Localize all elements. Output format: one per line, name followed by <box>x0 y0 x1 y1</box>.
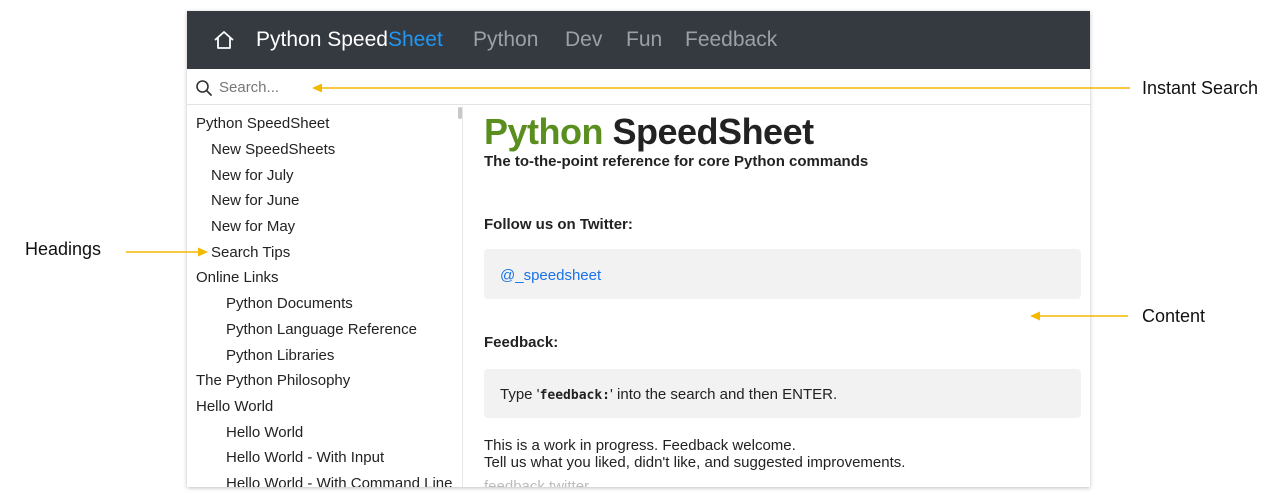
sidebar-item-python-philosophy[interactable]: The Python Philosophy <box>196 372 350 389</box>
sidebar-item-hello-world-sub[interactable]: Hello World <box>226 424 303 441</box>
intro-paragraph-line1: This is a work in progress. Feedback wel… <box>484 437 796 454</box>
brand-title[interactable]: Python SpeedSheet <box>256 28 443 52</box>
sidebar-item-python-speedsheet[interactable]: Python SpeedSheet <box>196 115 329 132</box>
sidebar-item-hello-world[interactable]: Hello World <box>196 398 273 415</box>
page-title: Python SpeedSheet <box>484 111 814 153</box>
content-pane: Python SpeedSheet The to-the-point refer… <box>464 106 1090 487</box>
sidebar-headings: Python SpeedSheet New SpeedSheets New fo… <box>187 106 463 487</box>
top-navbar: Python SpeedSheet Python Dev Fun Feedbac… <box>187 11 1090 69</box>
sidebar-item-new-for-may[interactable]: New for May <box>211 218 295 235</box>
nav-item-python[interactable]: Python <box>473 28 538 52</box>
tags-line[interactable]: feedback twitter <box>484 478 589 487</box>
nav-item-fun[interactable]: Fun <box>626 28 662 52</box>
twitter-link[interactable]: @_speedsheet <box>500 267 601 284</box>
sidebar-item-new-speedsheets[interactable]: New SpeedSheets <box>211 141 335 158</box>
feedback-code: feedback: <box>539 388 611 403</box>
feedback-prefix: Type ' <box>500 386 540 403</box>
instant-search-arrow <box>312 83 1130 93</box>
feedback-instructions: Type 'feedback:' into the search and the… <box>500 386 837 403</box>
intro-paragraph-line2: Tell us what you liked, didn't like, and… <box>484 454 906 471</box>
headings-arrow <box>126 247 208 257</box>
nav-item-dev[interactable]: Dev <box>565 28 602 52</box>
search-icon <box>196 80 212 96</box>
sidebar-item-search-tips[interactable]: Search Tips <box>211 244 290 261</box>
page-title-speedsheet: SpeedSheet <box>612 111 815 152</box>
sidebar-item-python-libraries[interactable]: Python Libraries <box>226 347 334 364</box>
headings-annotation: Headings <box>25 239 102 259</box>
sidebar-item-new-for-june[interactable]: New for June <box>211 192 299 209</box>
feedback-suffix: ' into the search and then ENTER. <box>610 386 838 403</box>
brand-prefix: Python Speed <box>256 28 388 51</box>
instant-search-annotation: Instant Search <box>1142 78 1259 98</box>
sidebar-item-online-links[interactable]: Online Links <box>196 269 279 286</box>
sidebar-item-new-for-july[interactable]: New for July <box>211 167 294 184</box>
nav-item-feedback[interactable]: Feedback <box>685 28 777 52</box>
page-title-python: Python <box>484 111 604 152</box>
content-annotation: Content <box>1142 306 1206 326</box>
page-subtitle: The to-the-point reference for core Pyth… <box>484 153 869 170</box>
content-arrow <box>1030 311 1128 321</box>
home-icon[interactable] <box>213 29 235 51</box>
feedback-box: Type 'feedback:' into the search and the… <box>484 369 1081 418</box>
sidebar-item-python-documents[interactable]: Python Documents <box>226 295 353 312</box>
sidebar-item-hello-world-command-line[interactable]: Hello World - With Command Line <box>226 475 452 487</box>
sidebar-scrollbar[interactable] <box>458 107 462 119</box>
twitter-box: @_speedsheet <box>484 249 1081 299</box>
brand-suffix: Sheet <box>387 28 443 51</box>
twitter-heading: Follow us on Twitter: <box>484 216 633 233</box>
feedback-heading: Feedback: <box>484 334 559 351</box>
sidebar-item-python-language-reference[interactable]: Python Language Reference <box>226 321 417 338</box>
sidebar-item-hello-world-input[interactable]: Hello World - With Input <box>226 449 384 466</box>
